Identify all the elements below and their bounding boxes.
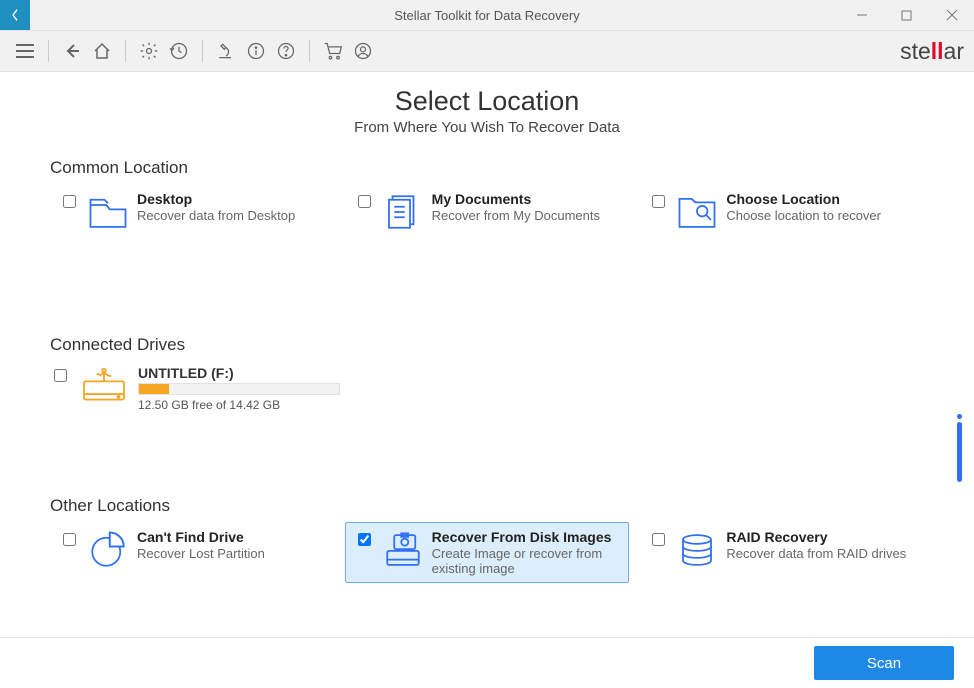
folder-icon	[87, 191, 129, 233]
scan-button[interactable]: Scan	[814, 646, 954, 680]
option-sublabel: Recover from My Documents	[432, 208, 600, 223]
option-desktop[interactable]: DesktopRecover data from Desktop	[50, 184, 335, 240]
option-sublabel: Recover data from RAID drives	[726, 546, 906, 561]
scrollbar-top-marker	[957, 414, 962, 419]
option-sublabel: Create Image or recover from existing im…	[432, 546, 621, 576]
minimize-button[interactable]	[839, 0, 884, 30]
drive-f-checkbox[interactable]	[54, 369, 67, 382]
option-desktop-checkbox[interactable]	[63, 195, 76, 208]
option-label: Choose Location	[726, 191, 881, 207]
search-folder-icon	[676, 191, 718, 233]
back-icon[interactable]	[57, 36, 87, 66]
user-icon[interactable]	[348, 36, 378, 66]
gear-icon[interactable]	[134, 36, 164, 66]
option-choose-location[interactable]: Choose LocationChoose location to recove…	[639, 184, 924, 240]
option-label: Can't Find Drive	[137, 529, 265, 545]
option-cant-find-drive[interactable]: Can't Find DriveRecover Lost Partition	[50, 522, 335, 583]
drive-f[interactable]: UNTITLED (F:) 12.50 GB free of 14.42 GB	[50, 361, 924, 416]
section-other-heading: Other Locations	[50, 496, 924, 516]
raid-icon	[676, 529, 718, 571]
scrollbar-thumb[interactable]	[957, 422, 962, 482]
toolbar: stellar	[0, 30, 974, 72]
page-title: Select Location	[50, 86, 924, 117]
option-choose-location-checkbox[interactable]	[652, 195, 665, 208]
hamburger-icon[interactable]	[10, 36, 40, 66]
drive-label: UNTITLED (F:)	[138, 365, 340, 381]
home-icon[interactable]	[87, 36, 117, 66]
title-bar: Stellar Toolkit for Data Recovery	[0, 0, 974, 30]
help-icon[interactable]	[271, 36, 301, 66]
usage-bar	[138, 383, 340, 395]
option-raid[interactable]: RAID RecoveryRecover data from RAID driv…	[639, 522, 924, 583]
brand-logo: stellar	[900, 38, 964, 65]
option-my-documents[interactable]: My DocumentsRecover from My Documents	[345, 184, 630, 240]
drive-free-text: 12.50 GB free of 14.42 GB	[138, 398, 340, 412]
documents-icon	[382, 191, 424, 233]
option-sublabel: Recover data from Desktop	[137, 208, 295, 223]
microscope-icon[interactable]	[211, 36, 241, 66]
page-subtitle: From Where You Wish To Recover Data	[50, 119, 924, 136]
content-area: Select Location From Where You Wish To R…	[0, 72, 974, 637]
option-cant-find-drive-checkbox[interactable]	[63, 533, 76, 546]
info-icon[interactable]	[241, 36, 271, 66]
footer: Scan	[0, 637, 974, 688]
option-label: My Documents	[432, 191, 600, 207]
option-raid-checkbox[interactable]	[652, 533, 665, 546]
close-button[interactable]	[929, 0, 974, 30]
option-disk-images-checkbox[interactable]	[358, 533, 371, 546]
usb-drive-icon	[80, 365, 128, 405]
maximize-button[interactable]	[884, 0, 929, 30]
option-disk-images[interactable]: Recover From Disk ImagesCreate Image or …	[345, 522, 630, 583]
disk-image-icon	[382, 529, 424, 571]
option-label: Desktop	[137, 191, 295, 207]
option-label: RAID Recovery	[726, 529, 906, 545]
history-icon[interactable]	[164, 36, 194, 66]
option-sublabel: Choose location to recover	[726, 208, 881, 223]
cart-icon[interactable]	[318, 36, 348, 66]
window-title: Stellar Toolkit for Data Recovery	[0, 8, 974, 23]
option-label: Recover From Disk Images	[432, 529, 621, 545]
option-sublabel: Recover Lost Partition	[137, 546, 265, 561]
pie-icon	[87, 529, 129, 571]
section-drives-heading: Connected Drives	[50, 335, 924, 355]
section-common-heading: Common Location	[50, 158, 924, 178]
option-my-documents-checkbox[interactable]	[358, 195, 371, 208]
